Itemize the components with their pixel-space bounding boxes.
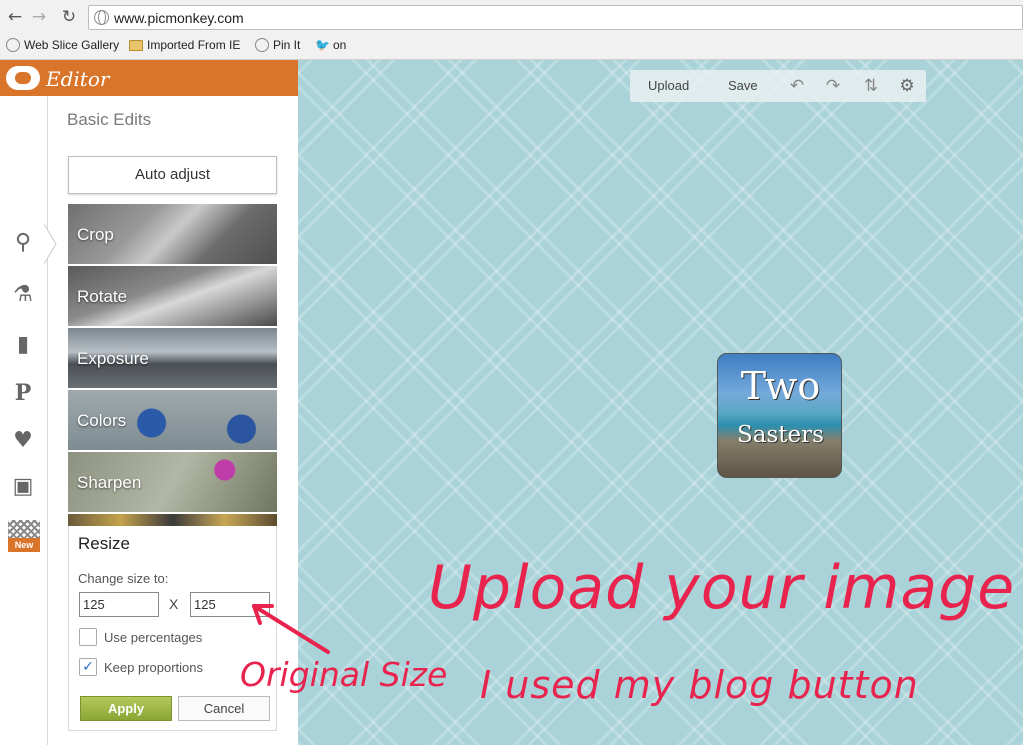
bookmark-web-slice-gallery[interactable]: Web Slice Gallery bbox=[4, 36, 119, 54]
size-separator: X bbox=[169, 596, 179, 612]
width-input[interactable] bbox=[79, 592, 159, 617]
picmonkey-logo-icon[interactable] bbox=[6, 66, 40, 90]
next-tile-strip bbox=[68, 514, 277, 526]
annotation-blog-button: I used my blog button bbox=[480, 663, 919, 707]
apply-button[interactable]: Apply bbox=[80, 696, 172, 721]
gear-icon[interactable]: ⚙ bbox=[896, 75, 918, 97]
exposure-tile[interactable]: Exposure bbox=[68, 328, 277, 388]
globe-icon bbox=[94, 10, 109, 25]
tool-icon-strip: ⚲ ⚗ ▮ P ♥ ▣ New bbox=[0, 96, 48, 745]
bookmark-label: on bbox=[333, 38, 347, 52]
new-badge: New bbox=[8, 538, 40, 552]
textures-icon[interactable] bbox=[8, 520, 40, 538]
forward-arrow-icon[interactable]: → bbox=[28, 6, 50, 28]
editor-header: Editor bbox=[0, 60, 298, 96]
back-arrow-icon[interactable]: ← bbox=[4, 6, 26, 28]
bookmark-imported-from-ie[interactable]: Imported From IE bbox=[127, 36, 240, 54]
frames-icon[interactable]: ▣ bbox=[8, 472, 38, 502]
browser-toolbar: ← → ↻ www.picmonkey.com Web Slice Galler… bbox=[0, 0, 1023, 60]
image-text-line2: Sasters bbox=[737, 422, 824, 448]
bookmark-label: Imported From IE bbox=[147, 38, 241, 52]
undo-icon[interactable]: ↶ bbox=[786, 75, 808, 97]
use-percentages-checkbox[interactable] bbox=[79, 628, 97, 646]
annotation-upload-image: Upload your image bbox=[428, 553, 1016, 623]
cancel-button[interactable]: Cancel bbox=[178, 696, 270, 721]
layers-icon[interactable]: ⇅ bbox=[860, 75, 882, 97]
uploaded-image[interactable]: Two Sasters bbox=[717, 353, 842, 478]
bookmark-label: Pin It bbox=[273, 38, 301, 52]
redo-icon[interactable]: ↷ bbox=[822, 75, 844, 97]
effects-flask-icon[interactable]: ⚗ bbox=[8, 280, 38, 310]
globe-icon bbox=[6, 38, 20, 52]
twitter-bird-icon: 🐦 bbox=[315, 38, 330, 52]
sharpen-tile[interactable]: Sharpen bbox=[68, 452, 277, 512]
text-p-icon[interactable]: P bbox=[8, 378, 38, 408]
canvas-toolbar: Upload Save ↶ ↷ ⇅ ⚙ bbox=[630, 70, 926, 102]
bookmarks-bar: Web Slice Gallery Imported From IE Pin I… bbox=[0, 34, 1023, 56]
change-size-label: Change size to: bbox=[78, 571, 169, 586]
colors-tile[interactable]: Colors bbox=[68, 390, 277, 450]
basic-edits-icon[interactable]: ⚲ bbox=[8, 228, 38, 258]
address-bar[interactable]: www.picmonkey.com bbox=[88, 5, 1023, 30]
bookmark-label: Web Slice Gallery bbox=[24, 38, 120, 52]
touch-up-lipstick-icon[interactable]: ▮ bbox=[8, 330, 38, 360]
folder-icon bbox=[129, 40, 143, 51]
use-percentages-label: Use percentages bbox=[104, 630, 203, 645]
resize-title: Resize bbox=[78, 534, 130, 553]
selected-tool-pointer bbox=[44, 224, 57, 264]
upload-button[interactable]: Upload bbox=[648, 78, 689, 93]
keep-proportions-label: Keep proportions bbox=[104, 660, 204, 675]
bookmark-twitter-on[interactable]: 🐦 on bbox=[313, 36, 346, 54]
reload-icon[interactable]: ↻ bbox=[58, 6, 80, 28]
rotate-tile[interactable]: Rotate bbox=[68, 266, 277, 326]
url-text[interactable]: www.picmonkey.com bbox=[114, 10, 244, 26]
editor-canvas[interactable]: Upload Save ↶ ↷ ⇅ ⚙ Two Sasters Upload y… bbox=[298, 60, 1023, 745]
auto-adjust-button[interactable]: Auto adjust bbox=[68, 156, 277, 194]
keep-proportions-checkbox[interactable]: ✓ bbox=[79, 658, 97, 676]
editor-title: Editor bbox=[46, 67, 110, 91]
annotation-arrow-icon bbox=[252, 604, 330, 654]
bookmark-pin-it[interactable]: Pin It bbox=[253, 36, 300, 54]
image-text-line1: Two bbox=[740, 364, 821, 408]
overlays-icon[interactable]: ♥ bbox=[8, 426, 38, 456]
save-button[interactable]: Save bbox=[728, 78, 758, 93]
crop-tile[interactable]: Crop bbox=[68, 204, 277, 264]
globe-icon bbox=[255, 38, 269, 52]
panel-title: Basic Edits bbox=[67, 110, 152, 129]
